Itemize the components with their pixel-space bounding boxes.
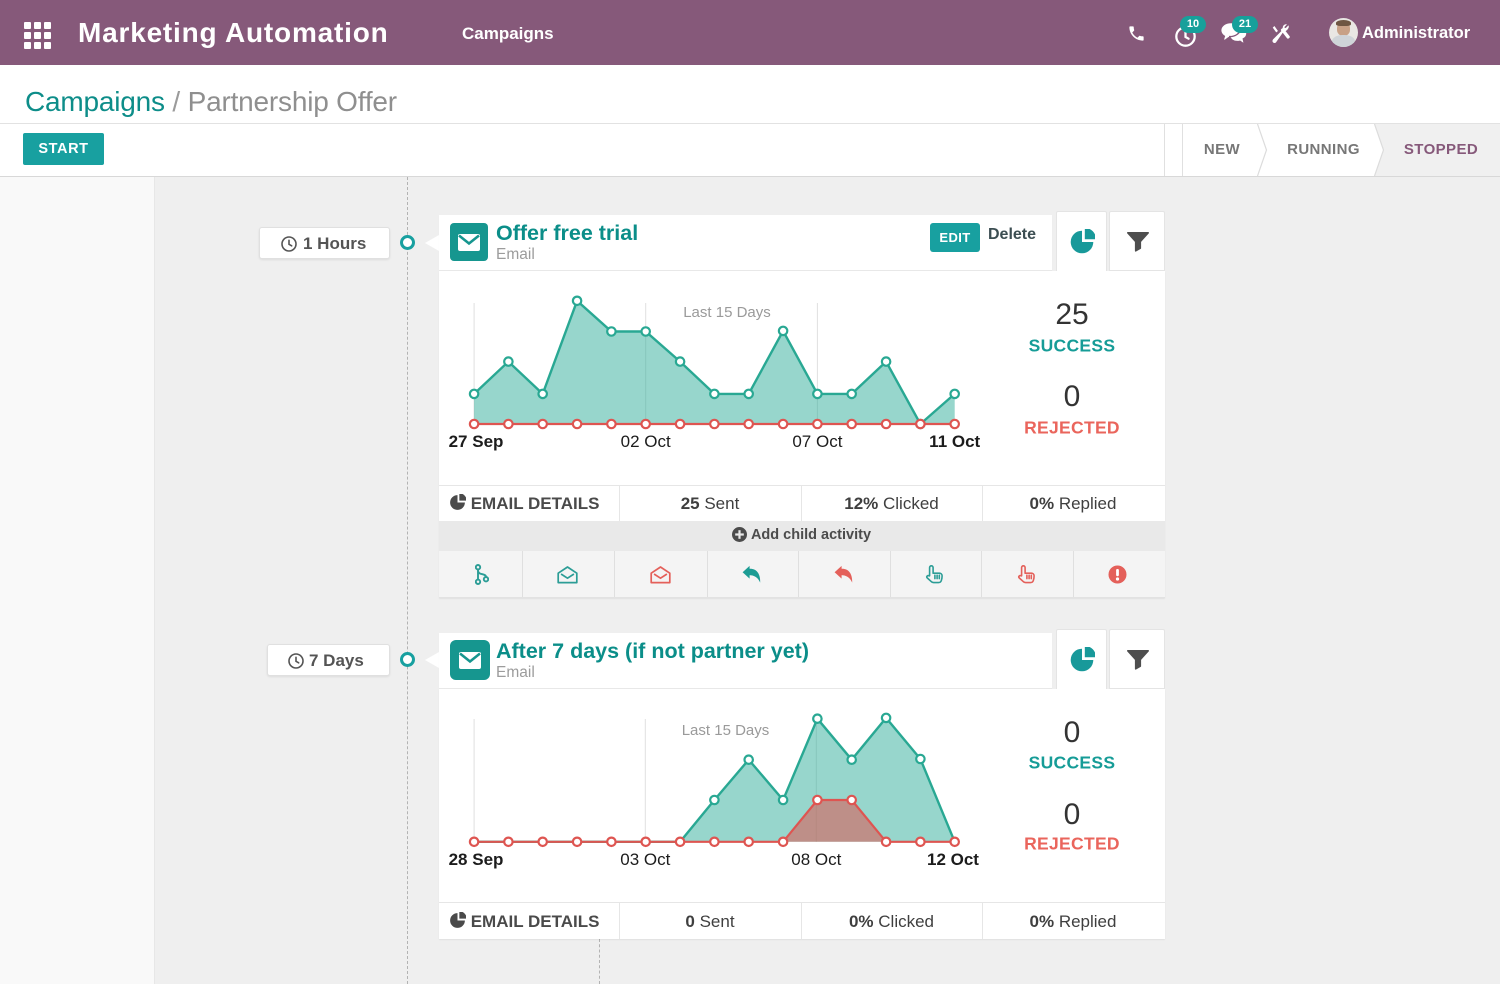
svg-text:07 Oct: 07 Oct	[792, 432, 842, 451]
svg-text:Last 15 Days: Last 15 Days	[682, 722, 770, 739]
svg-text:Last 15 Days: Last 15 Days	[683, 304, 771, 321]
svg-text:12 Oct: 12 Oct	[927, 850, 979, 869]
svg-text:02 Oct: 02 Oct	[621, 432, 671, 451]
svg-text:03 Oct: 03 Oct	[620, 850, 670, 869]
svg-text:11 Oct: 11 Oct	[929, 432, 980, 451]
svg-text:08 Oct: 08 Oct	[791, 850, 841, 869]
svg-text:27 Sep: 27 Sep	[449, 432, 504, 451]
svg-text:28 Sep: 28 Sep	[449, 850, 504, 869]
